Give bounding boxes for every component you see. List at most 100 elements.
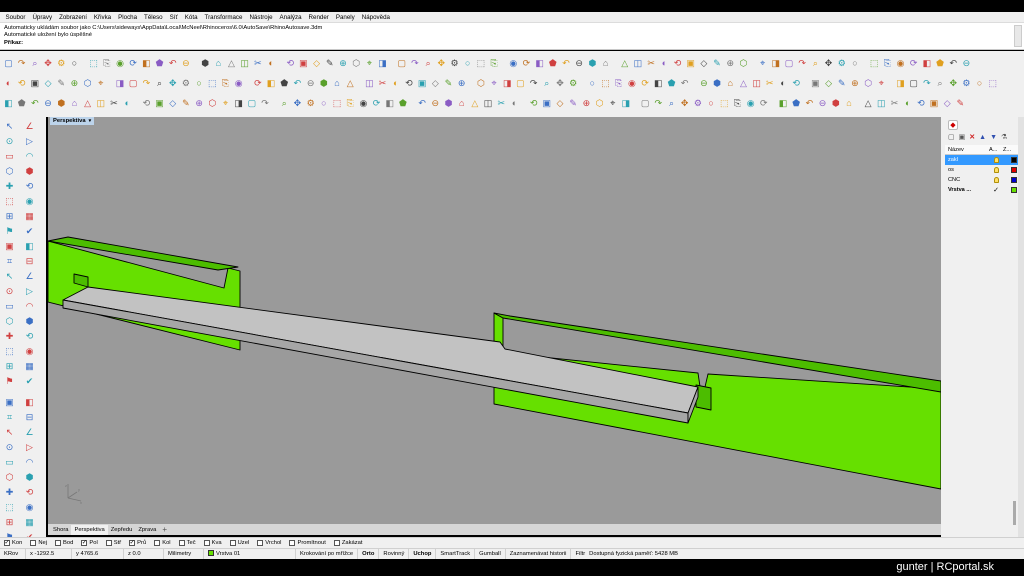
delete-layer-icon[interactable]: ✕ (969, 133, 975, 141)
viewport-perspective[interactable]: Perspektiva ▾ z y x (48, 117, 941, 524)
toolbar-tool-icon[interactable]: ⌕ (666, 98, 677, 109)
osnap-checkbox[interactable] (178, 540, 185, 546)
osnap-checkbox[interactable] (229, 540, 236, 546)
toolbar-tool-icon[interactable]: ◇ (311, 58, 322, 69)
sidebar-tool-icon[interactable]: ◠ (24, 301, 35, 312)
filter-layers-icon[interactable]: ⚗ (1001, 133, 1007, 141)
status-units[interactable]: Milimetry (164, 548, 204, 560)
toolbar-tool-icon[interactable]: ⬢ (830, 98, 841, 109)
menu-render[interactable]: Render (305, 14, 332, 21)
toolbar-tool-icon[interactable]: ⟳ (640, 78, 651, 89)
osnap-checkbox[interactable] (203, 540, 210, 546)
toolbar-tool-icon[interactable]: ⚙ (180, 78, 191, 89)
toolbar-tool-icon[interactable]: ⊕ (456, 78, 467, 89)
history-scrollbar[interactable] (1014, 25, 1022, 47)
toolbar-tool-icon[interactable]: ▢ (3, 58, 14, 69)
toolbar-tool-icon[interactable]: ✥ (679, 98, 690, 109)
toolbar-tool-icon[interactable]: ◫ (239, 58, 250, 69)
toolbar-tool-icon[interactable]: ⬟ (666, 78, 677, 89)
toolbar-tool-icon[interactable]: ◨ (377, 58, 388, 69)
toolbar-tool-icon[interactable]: ⬢ (318, 78, 329, 89)
green-rail-right[interactable] (493, 312, 941, 490)
toolbar-tool-icon[interactable]: ⬢ (56, 98, 67, 109)
toolbar-tool-icon[interactable]: ▢ (640, 98, 651, 109)
toolbar-tool-icon[interactable]: ⊕ (194, 98, 205, 109)
osnap-pol[interactable]: ✓ Pol (81, 540, 98, 546)
sidebar-tool-icon[interactable]: ⟲ (24, 487, 35, 498)
toolbar-tool-icon[interactable]: ◇ (942, 98, 953, 109)
toolbar-tool-icon[interactable]: ⬢ (443, 98, 454, 109)
toolbar-tool-icon[interactable]: ◐ (390, 78, 401, 89)
toolbar-tool-icon[interactable]: ◧ (266, 78, 277, 89)
sidebar-tool-icon[interactable]: ⊟ (24, 256, 35, 267)
toolbar-tool-icon[interactable]: ✥ (948, 78, 959, 89)
osnap-promítnout[interactable]: Promítnout (289, 540, 326, 546)
sidebar-tool-icon[interactable]: ⚑ (4, 376, 15, 387)
osnap-checkbox[interactable] (105, 540, 112, 546)
toolbar-tool-icon[interactable]: ◇ (823, 78, 834, 89)
toolbar-tool-icon[interactable]: ○ (462, 58, 473, 69)
toolbar-tool-icon[interactable]: ▢ (908, 78, 919, 89)
toolbar-tool-icon[interactable]: ⊖ (817, 98, 828, 109)
move-layer-up-icon[interactable]: ▲ (979, 134, 986, 141)
toolbar-tool-icon[interactable]: ⬚ (600, 78, 611, 89)
toolbar-tool-icon[interactable]: ◨ (895, 78, 906, 89)
layer-row[interactable]: zakl (945, 155, 1018, 165)
toolbar-tool-icon[interactable]: ⬡ (863, 78, 874, 89)
sidebar-tool-icon[interactable]: ⬚ (4, 502, 15, 513)
toolbar-tool-icon[interactable]: ✎ (324, 58, 335, 69)
toolbar-tool-icon[interactable]: ↶ (679, 78, 690, 89)
osnap-zakázat[interactable]: Zakázat (333, 540, 362, 546)
toolbar-tool-icon[interactable]: ⚙ (836, 58, 847, 69)
toolbar-tool-icon[interactable]: ⊖ (574, 58, 585, 69)
toolbar-tool-icon[interactable]: ◧ (653, 78, 664, 89)
menu-analyza[interactable]: Analýza (276, 14, 305, 21)
toolbar-tool-icon[interactable]: ○ (587, 78, 598, 89)
status-gumball[interactable]: Gumball (475, 548, 506, 560)
toolbar-tool-icon[interactable]: ⚙ (961, 78, 972, 89)
grey-plate-top[interactable] (62, 286, 699, 414)
toolbar-tool-icon[interactable]: ⌖ (364, 58, 375, 69)
sidebar-tool-icon[interactable]: ↖ (4, 427, 15, 438)
osnap-kol[interactable]: Kol (154, 540, 171, 546)
toolbar-tool-icon[interactable]: ✂ (889, 98, 900, 109)
toolbar-tool-icon[interactable]: △ (82, 98, 93, 109)
toolbar-tool-icon[interactable]: ✂ (377, 78, 388, 89)
sidebar-tool-icon[interactable]: ∠ (24, 271, 35, 282)
toolbar-tool-icon[interactable]: ○ (706, 98, 717, 109)
toolbar-tool-icon[interactable]: ⌂ (213, 58, 224, 69)
toolbar-tool-icon[interactable]: ◉ (626, 78, 637, 89)
sidebar-tool-icon[interactable]: ◠ (24, 457, 35, 468)
toolbar-tool-icon[interactable]: ⊖ (430, 98, 441, 109)
toolbar-tool-icon[interactable]: ◉ (358, 98, 369, 109)
toolbar-tool-icon[interactable]: ◧ (141, 58, 152, 69)
sidebar-tool-icon[interactable]: ⬢ (24, 472, 35, 483)
toolbar-tool-icon[interactable]: ⬢ (712, 78, 723, 89)
toolbar-tool-icon[interactable]: △ (469, 98, 480, 109)
toolbar-tool-icon[interactable]: ↶ (561, 58, 572, 69)
toolbar-tool-icon[interactable]: ⬚ (869, 58, 880, 69)
toolbar-tool-icon[interactable]: ⬢ (587, 58, 598, 69)
osnap-kon[interactable]: ✓ Kon (4, 540, 22, 546)
toolbar-tool-icon[interactable]: ✎ (568, 98, 579, 109)
current-layer-check-icon[interactable]: ✓ (993, 187, 999, 194)
sidebar-tool-icon[interactable]: ⊙ (4, 442, 15, 453)
sidebar-tool-icon[interactable]: ⚑ (4, 226, 15, 237)
sidebar-tool-icon[interactable]: ◧ (24, 397, 35, 408)
toolbar-tool-icon[interactable]: ⌕ (935, 78, 946, 89)
sidebar-tool-icon[interactable]: ∠ (24, 121, 35, 132)
toolbar-tool-icon[interactable]: ✎ (836, 78, 847, 89)
toolbar-tool-icon[interactable]: ↶ (948, 58, 959, 69)
osnap-checkbox[interactable]: ✓ (81, 540, 88, 546)
toolbar-tool-icon[interactable]: ✥ (555, 78, 566, 89)
osnap-checkbox[interactable] (257, 540, 264, 546)
toolbar-tool-icon[interactable]: ⬡ (738, 58, 749, 69)
toolbar-tool-icon[interactable]: ↶ (167, 58, 178, 69)
toolbar-tool-icon[interactable]: ✎ (443, 78, 454, 89)
toolbar-tool-icon[interactable]: ↷ (260, 98, 271, 109)
sidebar-tool-icon[interactable]: ∠ (24, 427, 35, 438)
toolbar-tool-icon[interactable]: ▢ (128, 78, 139, 89)
toolbar-tool-icon[interactable]: ⬟ (791, 98, 802, 109)
sidebar-tool-icon[interactable]: ⊟ (24, 412, 35, 423)
toolbar-tool-icon[interactable]: ⟳ (758, 98, 769, 109)
